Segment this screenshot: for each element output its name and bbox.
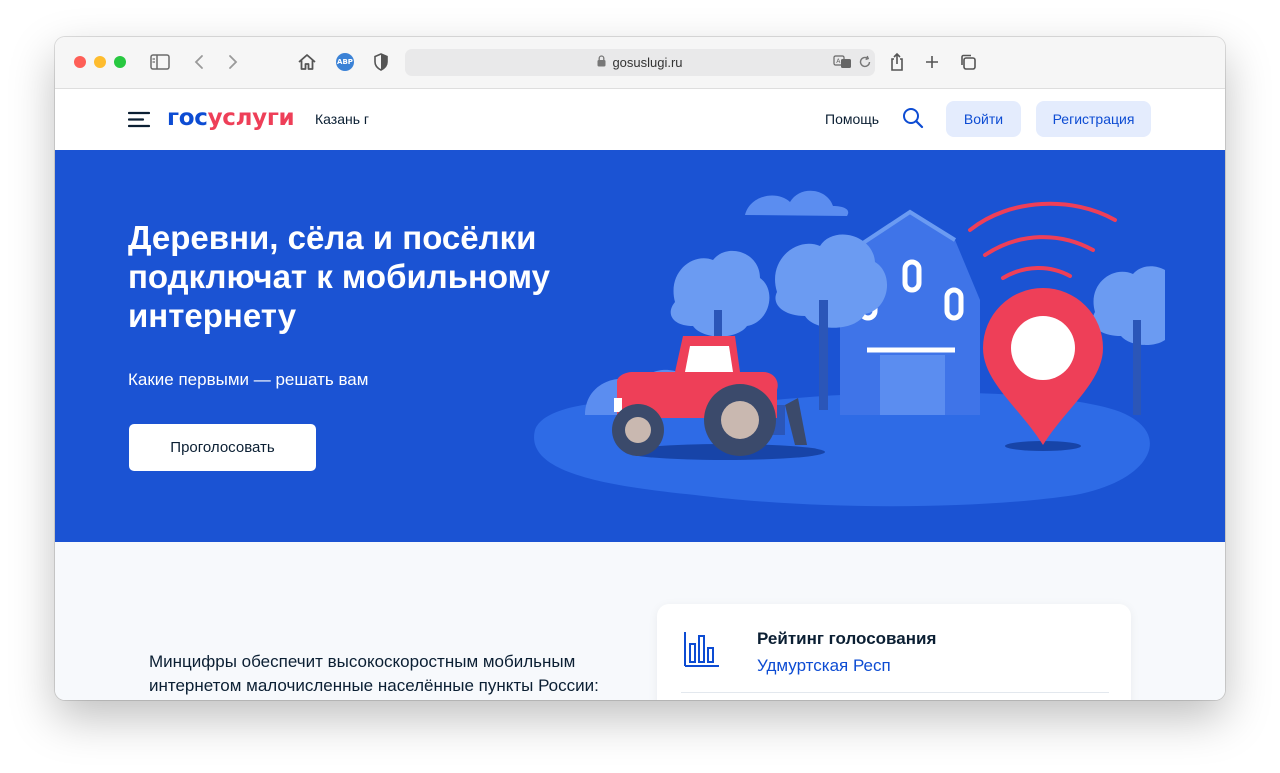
adblock-badge: ABP	[336, 53, 354, 71]
hero-banner[interactable]: Деревни, сёла и посёлки подключат к моби…	[55, 150, 1225, 542]
reload-icon[interactable]	[854, 51, 876, 73]
hero-subtitle: Какие первыми — решать вам	[128, 370, 369, 389]
back-icon[interactable]	[188, 51, 210, 73]
rating-region-link[interactable]: Удмуртская Респ	[757, 656, 891, 676]
help-link[interactable]: Помощь	[825, 111, 879, 127]
url-text: gosuslugi.ru	[612, 55, 683, 70]
register-button[interactable]: Регистрация	[1036, 101, 1151, 137]
rating-title: Рейтинг голосования	[757, 629, 937, 648]
browser-window: ABP gosuslugi.ru A госуслуги Казань г По…	[55, 37, 1225, 700]
menu-icon[interactable]	[127, 111, 151, 133]
address-bar[interactable]: gosuslugi.ru	[405, 49, 875, 76]
hero-title: Деревни, сёла и посёлки подключат к моби…	[128, 219, 550, 334]
site-header: госуслуги Казань г Помощь Войти Регистра…	[55, 89, 1225, 150]
bar-chart-icon	[683, 630, 721, 673]
divider	[681, 692, 1109, 693]
rating-card[interactable]: Рейтинг голосования Удмуртская Респ	[657, 604, 1131, 700]
svg-text:A: A	[836, 58, 841, 65]
vote-button[interactable]: Проголосовать	[129, 424, 316, 471]
gosuslugi-logo[interactable]: госуслуги	[167, 105, 295, 131]
home-icon[interactable]	[296, 51, 318, 73]
new-tab-icon[interactable]	[921, 51, 943, 73]
adblock-icon[interactable]: ABP	[334, 51, 356, 73]
browser-toolbar: ABP gosuslugi.ru A	[55, 37, 1225, 89]
logo-part-uslugi: услуги	[207, 105, 295, 131]
logo-part-gos: гос	[167, 105, 208, 131]
search-icon[interactable]	[902, 107, 924, 134]
login-button[interactable]: Войти	[946, 101, 1021, 137]
zoom-window-button[interactable]	[114, 56, 126, 68]
share-icon[interactable]	[886, 51, 908, 73]
content-section: Минцифры обеспечит высокоскоростным моби…	[55, 542, 1225, 700]
privacy-shield-icon[interactable]	[370, 51, 392, 73]
village-internet-illustration	[534, 190, 1165, 507]
translate-icon[interactable]: A	[832, 51, 854, 73]
tree-right	[1092, 266, 1165, 415]
lock-icon	[597, 55, 606, 70]
close-window-button[interactable]	[74, 56, 86, 68]
minimize-window-button[interactable]	[94, 56, 106, 68]
tab-overview-icon[interactable]	[957, 51, 979, 73]
sidebar-toggle-icon[interactable]	[149, 51, 171, 73]
news-text: Минцифры обеспечит высокоскоростным моби…	[149, 652, 599, 695]
forward-icon[interactable]	[222, 51, 244, 73]
city-selector[interactable]: Казань г	[315, 111, 369, 127]
